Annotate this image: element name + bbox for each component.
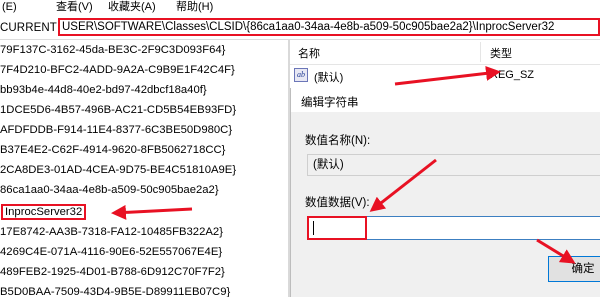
arrow-to-address-path-icon: [394, 65, 501, 86]
arrow-to-data-field-icon: [369, 158, 437, 212]
annotation-arrows: [111, 65, 576, 264]
arrow-to-ok-button-icon: [536, 238, 576, 264]
arrow-to-tree-item-icon: [111, 204, 193, 220]
